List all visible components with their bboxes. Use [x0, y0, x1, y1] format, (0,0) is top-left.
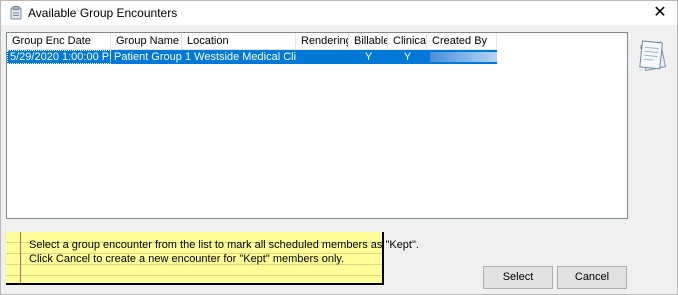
column-group-name[interactable]: Group Name [111, 33, 182, 50]
close-button[interactable]: ✕ [643, 1, 677, 25]
cell-rendering [296, 50, 349, 64]
close-icon: ✕ [653, 4, 667, 21]
documents-icon [639, 40, 667, 72]
cell-created-by [427, 50, 497, 64]
note-line-1: Select a group encounter from the list t… [29, 239, 419, 251]
group-encounter-icon [10, 6, 22, 20]
cancel-button[interactable]: Cancel [557, 266, 627, 289]
cell-group-enc-date: 5/29/2020 1:00:00 PM [7, 50, 111, 64]
instruction-note: Select a group encounter from the list t… [6, 232, 419, 285]
redacted-value [430, 52, 497, 62]
column-billable[interactable]: Billable [349, 33, 388, 50]
group-encounters-window: Available Group Encounters ✕ Group Enc D… [0, 0, 678, 295]
window-title: Available Group Encounters [28, 6, 178, 20]
cell-location: 1 Westside Medical Clinic [182, 50, 296, 64]
note-line-2: Click Cancel to create a new encounter f… [29, 253, 345, 265]
title-bar: Available Group Encounters ✕ [1, 1, 677, 25]
cell-billable: Y [349, 50, 388, 64]
column-group-enc-date[interactable]: Group Enc Date [7, 33, 111, 50]
group-encounter-list[interactable]: Group Enc Date Group Name Location Rende… [6, 32, 628, 219]
list-header: Group Enc Date Group Name Location Rende… [7, 33, 497, 50]
select-button[interactable]: Select [483, 266, 553, 289]
column-created-by[interactable]: Created By [427, 33, 497, 50]
cell-clinical: Y [388, 50, 427, 64]
table-row[interactable]: 5/29/2020 1:00:00 PM Patient Group 2 1 W… [7, 50, 497, 64]
cell-group-name: Patient Group 2 [111, 50, 182, 64]
note-margin-line [20, 232, 21, 283]
column-location[interactable]: Location [182, 33, 296, 50]
column-clinical[interactable]: Clinical [388, 33, 427, 50]
column-rendering[interactable]: Rendering [296, 33, 349, 50]
